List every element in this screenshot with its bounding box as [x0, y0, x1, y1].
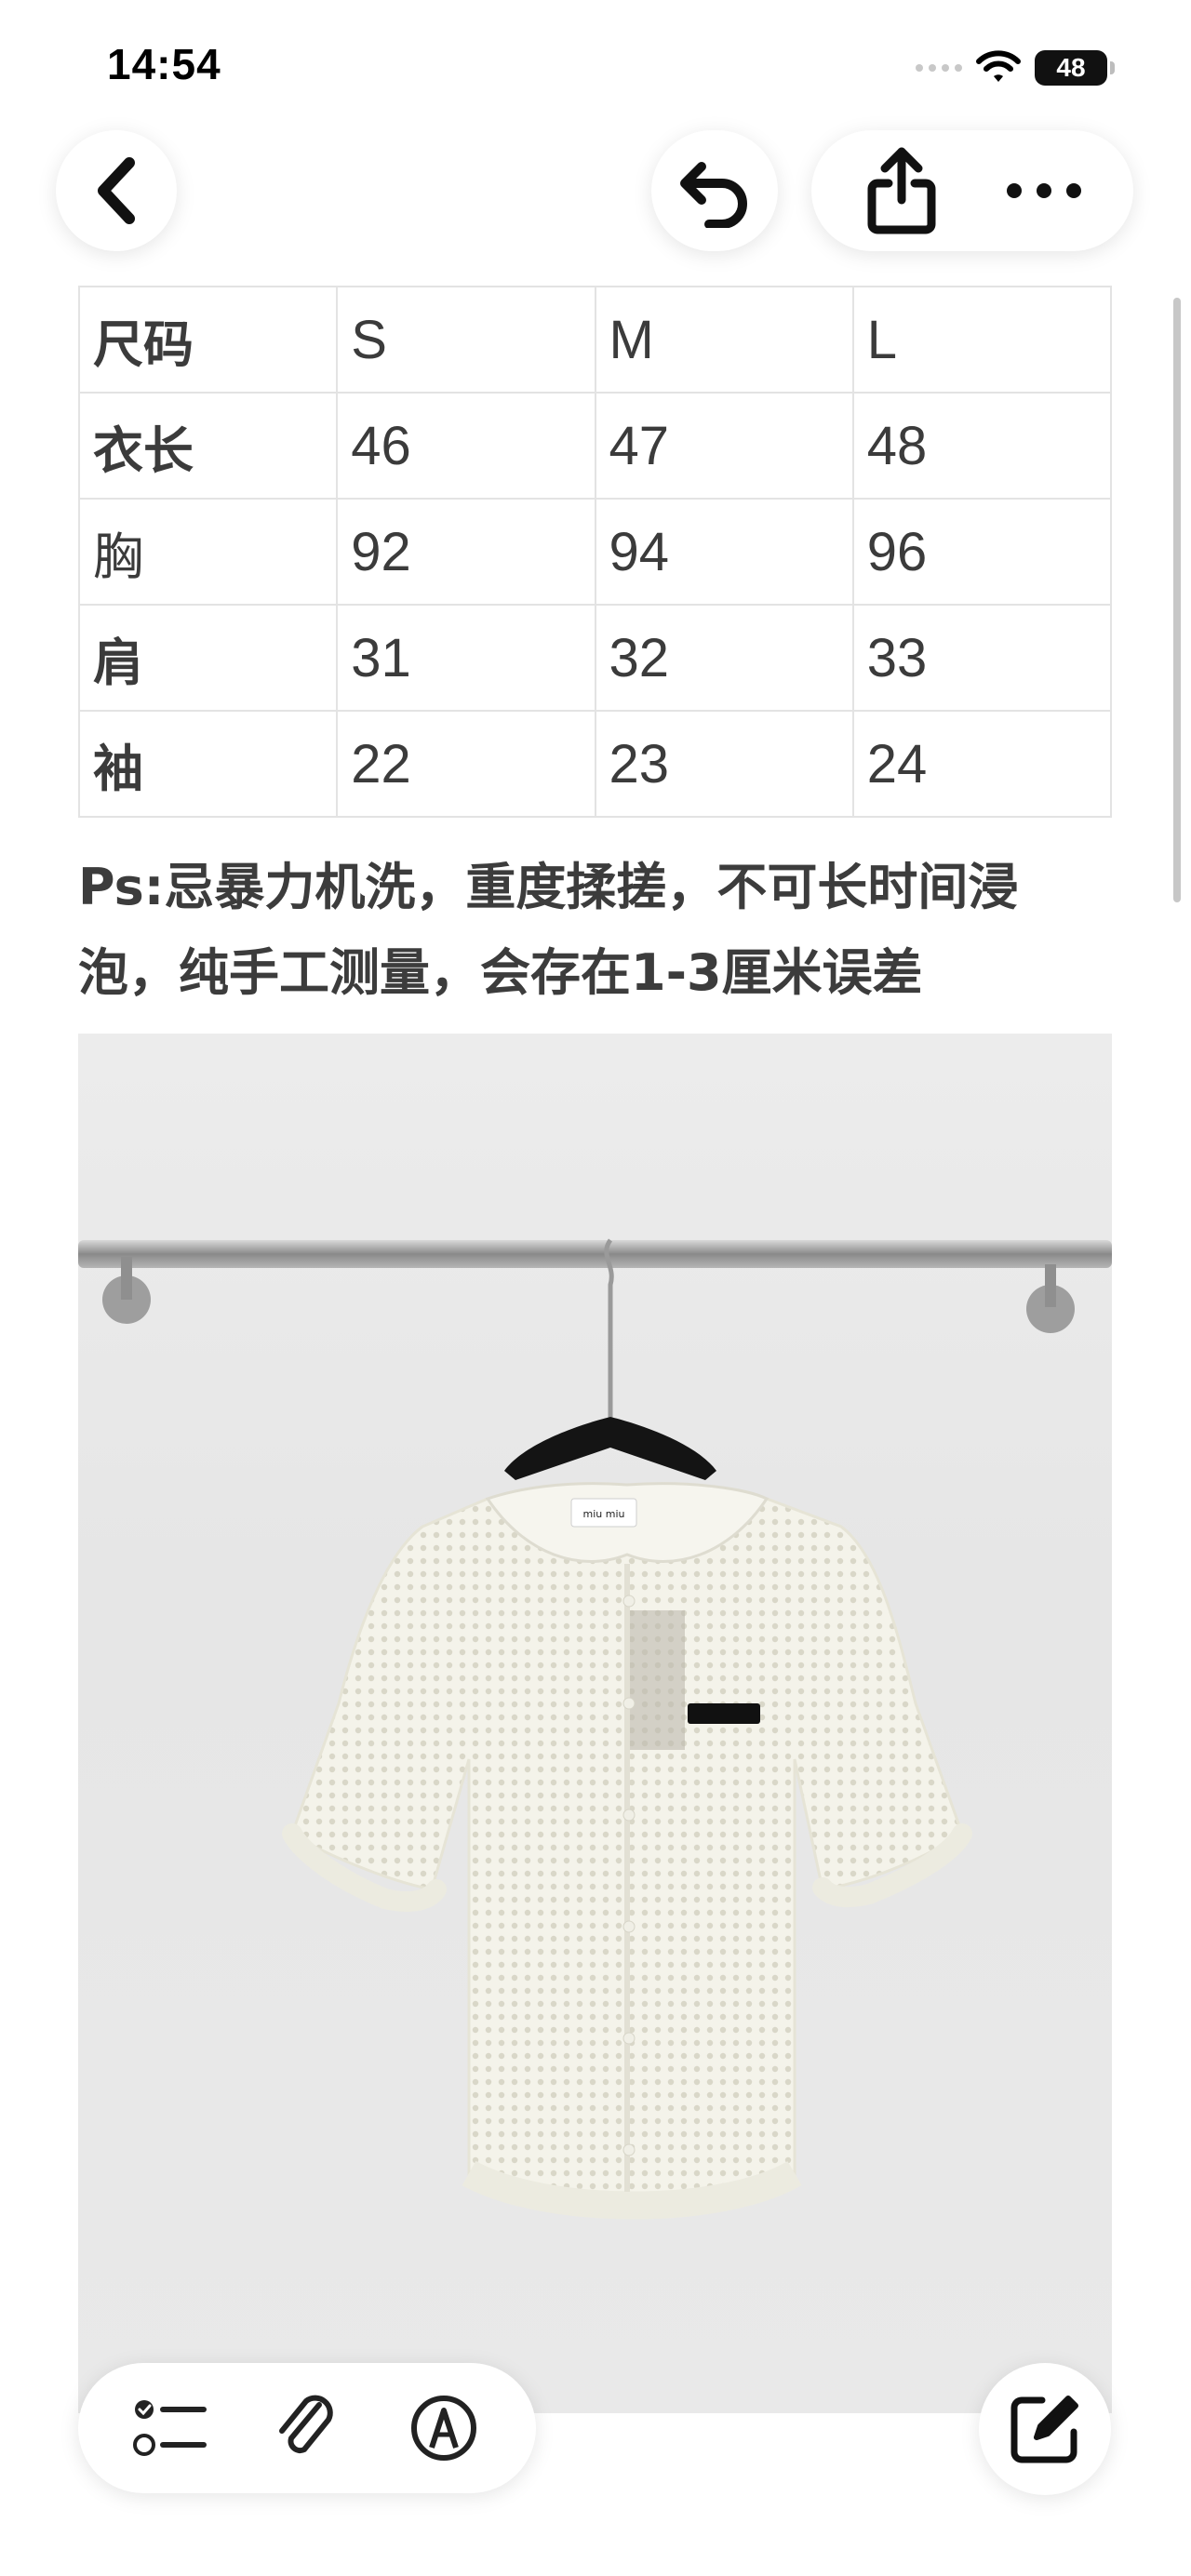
- table-cell: 94: [594, 498, 854, 606]
- product-photo-drawing: miu miu: [78, 1238, 1112, 2220]
- table-cell: 46: [336, 392, 596, 500]
- table-row: 衣长 46 47 48: [77, 392, 1113, 500]
- care-note-line-2: 泡，纯手工测量，会存在1-3厘米误差: [78, 943, 923, 1002]
- table-row: 胸 92 94 96: [77, 498, 1113, 606]
- chevron-left-icon: [98, 157, 135, 224]
- battery-icon: 48: [1035, 50, 1115, 86]
- signal-dots-icon: [916, 64, 962, 72]
- table-cell: 96: [851, 498, 1113, 606]
- table-header-cell: L: [851, 286, 1113, 394]
- wifi-icon: [976, 50, 1021, 82]
- product-photo: miu miu: [78, 1034, 1112, 2413]
- hanger: [504, 1417, 716, 1480]
- table-header-row: 尺码 S M L: [77, 286, 1113, 394]
- table-cell: 33: [851, 604, 1113, 712]
- checklist-icon: [133, 2400, 207, 2456]
- table-row-label: 胸: [77, 498, 339, 606]
- table-cell: 92: [336, 498, 596, 606]
- table-cell: 47: [594, 392, 854, 500]
- rail-bracket-right-post: [1045, 1264, 1056, 1307]
- table-row-label: 袖: [77, 710, 339, 818]
- table-cell: 22: [336, 710, 596, 818]
- notes-screen: 14:54 48 尺码 S M L 衣长 46 47 48 胸 92 94 96…: [0, 0, 1191, 2576]
- status-time: 14:54: [107, 40, 221, 88]
- table-header-cell: 尺码: [77, 286, 339, 394]
- markup-button[interactable]: [388, 2372, 500, 2484]
- undo-button[interactable]: [651, 130, 778, 251]
- size-table: 尺码 S M L 衣长 46 47 48 胸 92 94 96 肩 31 32 …: [77, 286, 1113, 818]
- care-note-line-1: Ps:忌暴力机洗，重度揉搓，不可长时间浸: [78, 858, 1019, 916]
- status-icons: 48: [916, 47, 1115, 89]
- attach-button[interactable]: [251, 2372, 363, 2484]
- garment-neck-label: miu miu: [583, 1508, 625, 1520]
- table-cell: 24: [851, 710, 1113, 818]
- rail-bracket-left-post: [121, 1257, 132, 1300]
- table-cell: 31: [336, 604, 596, 712]
- care-note: Ps:忌暴力机洗，重度揉搓，不可长时间浸 泡，纯手工测量，会存在1-3厘米误差: [78, 845, 1130, 1016]
- bottom-toolbar: [78, 2363, 536, 2493]
- cardigan: miu miu: [282, 1482, 972, 2220]
- table-row-label: 衣长: [77, 392, 339, 500]
- markup-pen-icon: [410, 2396, 476, 2461]
- clothes-rail: [78, 1240, 1112, 1268]
- table-row: 袖 22 23 24: [77, 710, 1113, 818]
- table-row: 肩 31 32 33: [77, 604, 1113, 712]
- battery-level: 48: [1056, 53, 1086, 82]
- table-row-label: 肩: [77, 604, 339, 712]
- paperclip-icon: [278, 2395, 333, 2454]
- checklist-button[interactable]: [114, 2372, 226, 2484]
- more-icon: [1006, 183, 1081, 198]
- table-cell: 32: [594, 604, 854, 712]
- table-cell: 23: [594, 710, 854, 818]
- compose-icon: [1010, 2396, 1078, 2463]
- table-header-cell: M: [594, 286, 854, 394]
- undo-icon: [680, 162, 747, 228]
- action-group: [811, 130, 1133, 251]
- compose-button[interactable]: [979, 2363, 1111, 2495]
- more-button[interactable]: [988, 135, 1100, 247]
- share-button[interactable]: [846, 135, 957, 247]
- table-header-cell: S: [336, 286, 596, 394]
- back-button[interactable]: [56, 130, 177, 251]
- share-icon: [867, 147, 935, 234]
- scrollbar[interactable]: [1173, 298, 1181, 902]
- table-cell: 48: [851, 392, 1113, 500]
